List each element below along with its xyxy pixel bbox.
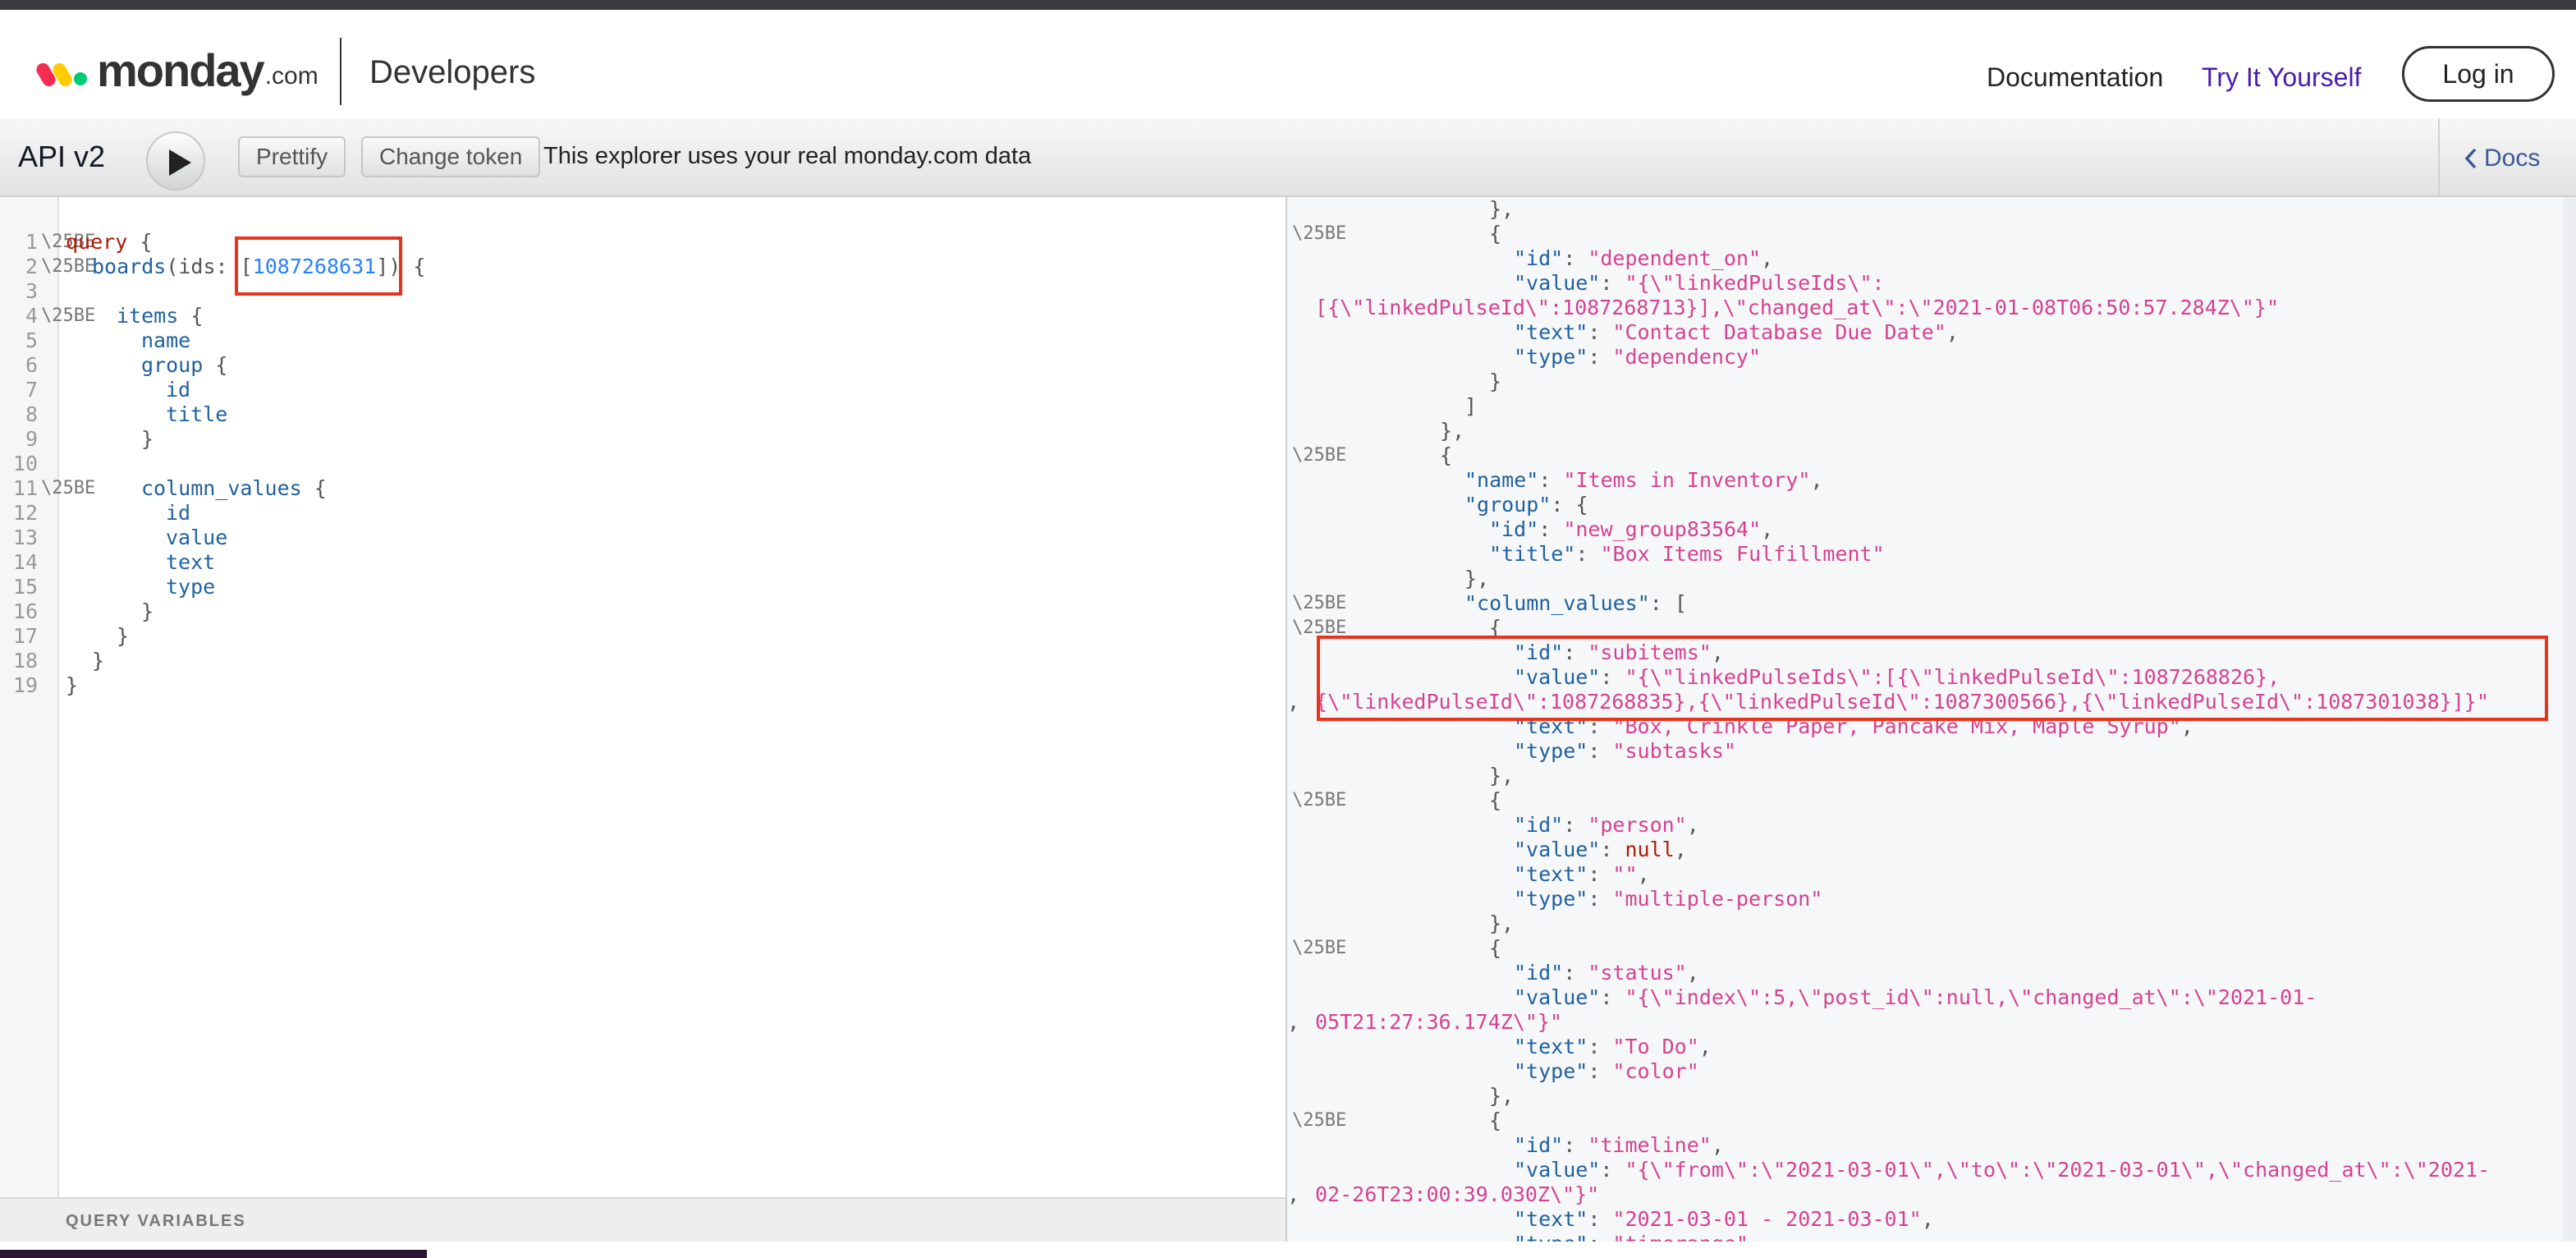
code-line-8: 8 title — [25, 402, 228, 426]
fold-marker[interactable]: \25BE — [41, 476, 95, 501]
logo-word: monday — [97, 44, 265, 96]
code-line-1: 1 \25BE query { — [25, 230, 153, 254]
docs-toggle-area: Docs — [2438, 118, 2576, 195]
developers-title: Developers — [369, 54, 536, 90]
highlight-box-board-id — [235, 236, 402, 296]
code-line-17: 17} — [12, 624, 130, 648]
nav-try-it-yourself-link[interactable]: Try It Yourself — [2202, 62, 2361, 93]
monday-logo[interactable]: monday .com — [34, 41, 319, 99]
result-line: }, — [1489, 1084, 1515, 1108]
login-button[interactable]: Log in — [2402, 46, 2555, 102]
result-line: }, — [1489, 197, 1515, 221]
fold-marker[interactable]: \25BE — [41, 255, 95, 279]
code-line-5: 5 name — [25, 328, 191, 352]
result-line: "type": "dependency" — [1514, 345, 1762, 369]
code-line-7: 7 id — [25, 378, 191, 402]
nav-divider — [340, 38, 341, 105]
fold-marker[interactable]: \25BE — [1292, 1109, 1346, 1133]
code-line-15: 15 type — [12, 575, 216, 599]
change-token-button[interactable]: Change token — [361, 136, 541, 177]
docs-label: Docs — [2484, 145, 2541, 172]
code-line-4: 4 \25BE items { — [25, 304, 204, 328]
play-icon — [169, 149, 191, 176]
monday-logo-icon — [34, 54, 89, 89]
bottom-dark-strip — [0, 1250, 427, 1258]
fold-marker[interactable]: \25BE — [41, 304, 95, 328]
code-line-11: 11 \25BE column_values { — [12, 476, 327, 501]
query-variables-bar[interactable]: QUERY VARIABLES — [0, 1197, 1286, 1242]
result-line: "text": "Contact Database Due Date", — [1514, 320, 1959, 344]
result-line: "value": "{\"index\":5,\"post_id\":null,… — [1514, 985, 2317, 1009]
code-line-6: 6 group { — [25, 353, 228, 377]
fold-marker[interactable]: \25BE — [1292, 222, 1346, 246]
result-line: }, — [1489, 911, 1515, 935]
query-variables-label: QUERY VARIABLES — [66, 1212, 246, 1230]
result-line: "text": "2021-03-01 - 2021-03-01", — [1514, 1207, 1934, 1231]
result-line: }, — [1489, 764, 1515, 787]
fold-marker[interactable]: \25BE — [1292, 443, 1346, 468]
result-line: 05T21:27:36.174Z\"}", — [1287, 1010, 1563, 1034]
result-line: "value": null, — [1514, 838, 1687, 861]
code-line-14: 14 text — [12, 550, 216, 574]
code-line-19: 19} — [12, 673, 79, 697]
result-line: "type": "multiple-person" — [1514, 887, 1823, 911]
fold-marker[interactable]: \25BE — [1292, 591, 1346, 616]
code-line-16: 16} — [12, 599, 154, 623]
chevron-left-icon — [2464, 148, 2477, 169]
result-line: \25BE{ — [1292, 443, 1453, 468]
result-line: \25BE{ — [1292, 1109, 1502, 1133]
highlight-box-subitems — [1317, 636, 2548, 721]
result-line: "title": "Box Items Fulfillment" — [1489, 542, 1885, 566]
query-editor[interactable]: 1 \25BE query { 2 \25BE boards(ids: [1087268… — [0, 197, 1286, 1197]
result-line: "id": "status", — [1514, 961, 1699, 985]
result-line: }, — [1464, 567, 1490, 590]
result-scrollbar[interactable] — [2563, 197, 2576, 1258]
result-line: "value": "{\"linkedPulseIds\": — [1514, 271, 1885, 295]
fold-marker[interactable]: \25BE — [1292, 936, 1346, 961]
result-line: "name": "Items in Inventory", — [1464, 468, 1823, 492]
execute-query-button[interactable] — [146, 131, 205, 191]
code-line-13: 13 value — [12, 526, 228, 549]
result-line: "type": "color" — [1514, 1059, 1699, 1083]
result-line: } — [1489, 370, 1502, 393]
result-line: "id": "person", — [1514, 813, 1699, 837]
code-line-18: 18} — [12, 649, 105, 673]
code-line-3: 3 — [25, 279, 38, 303]
code-line-10: 10 — [12, 452, 38, 475]
prettify-button[interactable]: Prettify — [238, 136, 346, 177]
result-panel[interactable]: }, \25BE{ "id": "dependent_on", "value":… — [1286, 197, 2576, 1258]
result-line: "id": "timeline", — [1514, 1133, 1724, 1157]
site-navbar: monday .com Developers Documentation Try… — [0, 10, 2576, 118]
result-line: \25BE "column_values": [ — [1292, 591, 1687, 616]
browser-top-strip — [0, 0, 2576, 10]
code-line-9: 9} — [25, 427, 154, 451]
result-line: "value": "{\"from\":\"2021-03-01\",\"to\… — [1514, 1158, 2491, 1182]
result-line: ] — [1464, 394, 1478, 418]
result-line: "group": { — [1464, 493, 1588, 517]
result-line: \25BE{ — [1292, 788, 1502, 813]
logo-suffix: .com — [264, 62, 319, 90]
result-line: "id": "dependent_on", — [1514, 246, 1774, 270]
result-line: 02-26T23:00:39.030Z\"}", — [1287, 1182, 1600, 1206]
fold-marker[interactable]: \25BE — [1292, 788, 1346, 813]
result-line: "type": "subtasks" — [1514, 739, 1736, 763]
result-line: }, — [1440, 419, 1465, 443]
result-line: \25BE{ — [1292, 936, 1502, 961]
result-line: \25BE{ — [1292, 222, 1502, 246]
result-line: "text": "", — [1514, 862, 1650, 886]
graphiql-toolbar: API v2 Prettify Change token This explor… — [0, 118, 2576, 197]
nav-documentation-link[interactable]: Documentation — [1987, 62, 2163, 93]
result-line: "id": "new_group83564", — [1489, 517, 1774, 541]
code-line-12: 12 id — [12, 501, 191, 525]
docs-button[interactable]: Docs — [2464, 145, 2540, 172]
api-version-title: API v2 — [18, 140, 106, 173]
result-line: "text": "To Do", — [1514, 1035, 1712, 1058]
explorer-note: This explorer uses your real monday.com … — [543, 143, 1032, 169]
result-line: [{\"linkedPulseId\":1087268713}],\"chang… — [1315, 296, 2279, 319]
code-line-2: 2 \25BE boards(ids: [1087268631]) { — [25, 255, 426, 279]
